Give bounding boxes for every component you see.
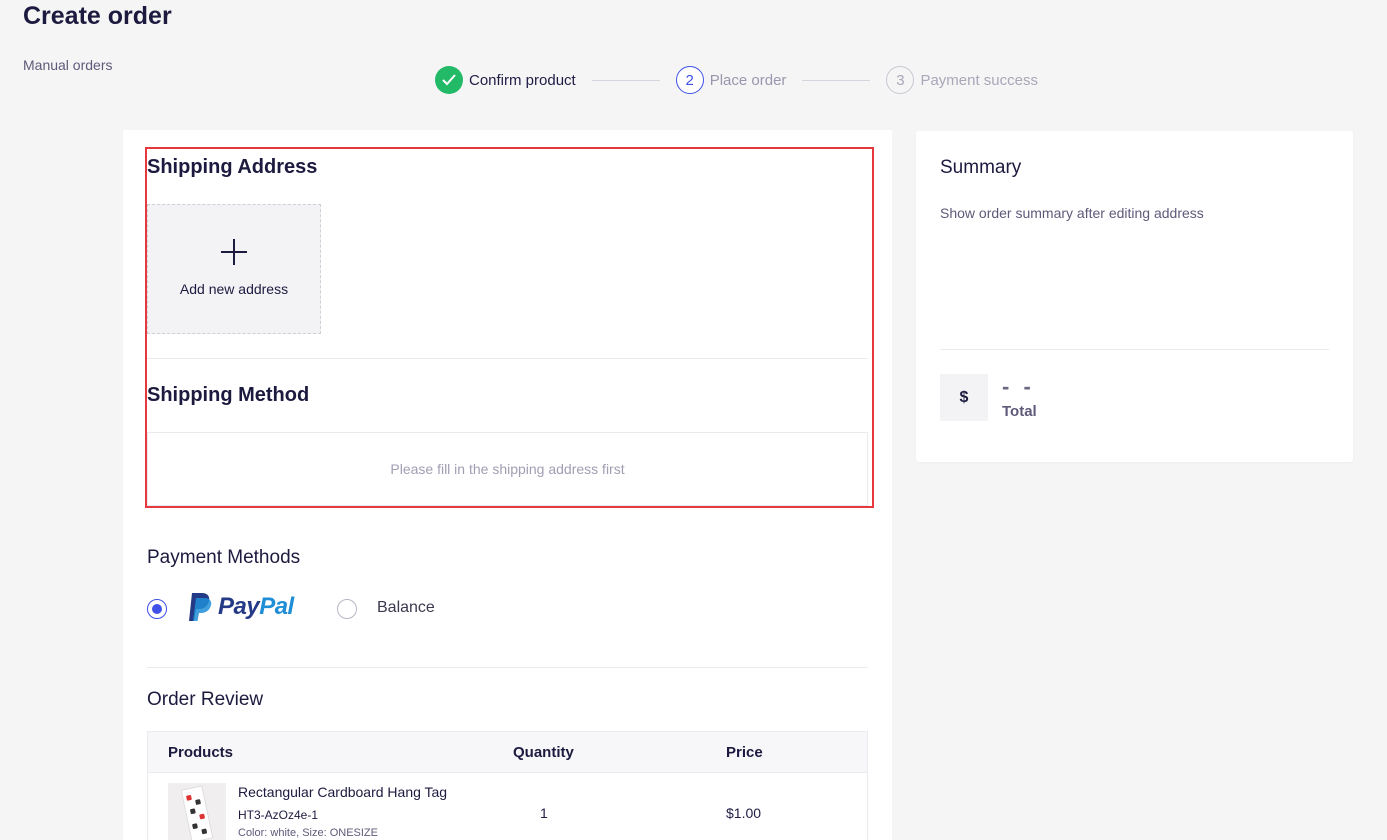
product-thumbnail: [168, 783, 226, 840]
check-icon: [435, 66, 463, 94]
step-number: 2: [675, 66, 704, 94]
summary-note: Show order summary after editing address: [940, 205, 1204, 221]
section-divider: [147, 358, 868, 359]
step-label: Payment success: [920, 71, 1038, 89]
add-address-button[interactable]: Add new address: [147, 204, 321, 334]
summary-title: Summary: [940, 157, 1022, 178]
payment-methods-title: Payment Methods: [147, 547, 301, 568]
order-steps: Confirm product 2 Place order 3 Payment …: [435, 66, 1038, 94]
product-price: $1.00: [726, 805, 762, 821]
balance-radio[interactable]: [337, 599, 357, 619]
order-review-title: Order Review: [147, 689, 264, 710]
total-label: Total: [1002, 403, 1037, 420]
step-confirm-product: Confirm product: [435, 66, 576, 94]
shipping-method-empty: Please fill in the shipping address firs…: [147, 432, 868, 506]
step-label: Confirm product: [469, 71, 576, 89]
table-header: Products Quantity Price: [148, 732, 867, 773]
step-connector: [802, 79, 871, 81]
order-review-table: Products Quantity Price Rectangular Card…: [147, 731, 868, 840]
step-connector: [591, 79, 660, 81]
paypal-wordmark: PayPal: [218, 593, 294, 621]
hang-tag-image: [180, 785, 214, 840]
paypal-word-pay: Pay: [218, 593, 260, 620]
page-title: Create order: [23, 2, 172, 30]
paypal-word-pal: Pal: [259, 593, 294, 620]
column-price: Price: [726, 744, 763, 761]
product-variant: Color: white, Size: ONESIZE: [238, 827, 378, 839]
summary-card: Summary Show order summary after editing…: [916, 131, 1353, 462]
section-divider: [147, 667, 868, 668]
shipping-method-title: Shipping Method: [147, 384, 310, 406]
plus-icon: [221, 239, 247, 265]
step-payment-success: 3 Payment success: [886, 66, 1038, 94]
product-sku: HT3-AzOz4e-1: [238, 808, 319, 822]
step-label: Place order: [709, 71, 787, 89]
add-address-label: Add new address: [179, 281, 289, 297]
table-row: Rectangular Cardboard Hang Tag HT3-AzOz4…: [148, 773, 867, 840]
summary-divider: [940, 349, 1329, 350]
step-number: 3: [886, 66, 915, 94]
step-place-order: 2 Place order: [675, 66, 787, 94]
column-quantity: Quantity: [513, 744, 574, 761]
paypal-logo[interactable]: PayPal: [188, 592, 294, 622]
paypal-radio[interactable]: [147, 599, 167, 619]
column-products: Products: [168, 744, 234, 761]
currency-badge: $: [940, 374, 988, 421]
total-value: - -: [1002, 374, 1035, 399]
shipping-method-empty-text: Please fill in the shipping address firs…: [390, 461, 625, 477]
paypal-icon: [189, 593, 212, 621]
product-quantity: 1: [540, 805, 548, 821]
product-name: Rectangular Cardboard Hang Tag: [238, 784, 448, 800]
breadcrumb[interactable]: Manual orders: [23, 57, 113, 73]
shipping-address-title: Shipping Address: [147, 156, 318, 178]
balance-label[interactable]: Balance: [377, 599, 435, 617]
